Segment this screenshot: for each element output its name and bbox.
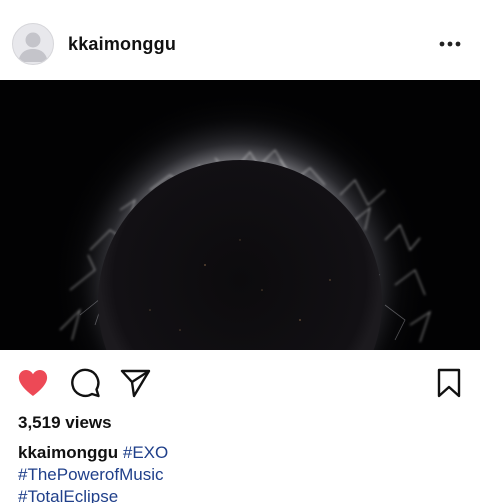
avatar[interactable]: [12, 23, 54, 65]
more-horizontal-icon: [439, 41, 461, 47]
caption-username[interactable]: kkaimonggu: [18, 443, 118, 462]
hashtag-totaleclipse[interactable]: #TotalEclipse: [18, 487, 118, 503]
save-button[interactable]: [432, 366, 466, 400]
post-header: kkaimonggu: [0, 0, 480, 80]
hashtag-exo[interactable]: #EXO: [123, 443, 168, 462]
post-media[interactable]: [0, 80, 480, 350]
comment-icon: [71, 368, 100, 398]
default-avatar-icon: [18, 32, 48, 62]
instagram-post: kkaimonggu 3,519 views kkaimonggu #EXO #…: [0, 0, 480, 503]
bookmark-icon: [437, 368, 461, 398]
post-username[interactable]: kkaimonggu: [68, 34, 176, 55]
heart-filled-icon: [18, 370, 48, 396]
action-bar: [0, 362, 480, 402]
like-button[interactable]: [16, 366, 50, 400]
more-options-button[interactable]: [436, 34, 464, 54]
view-count: 3,519 views: [18, 413, 112, 432]
paper-plane-icon: [120, 369, 151, 398]
share-button[interactable]: [118, 366, 152, 400]
comment-button[interactable]: [68, 366, 102, 400]
hashtag-thepowerofmusic[interactable]: #ThePowerofMusic: [18, 465, 164, 484]
caption: kkaimonggu #EXO #ThePowerofMusic #TotalE…: [18, 442, 458, 503]
eclipse-image: [0, 80, 480, 350]
